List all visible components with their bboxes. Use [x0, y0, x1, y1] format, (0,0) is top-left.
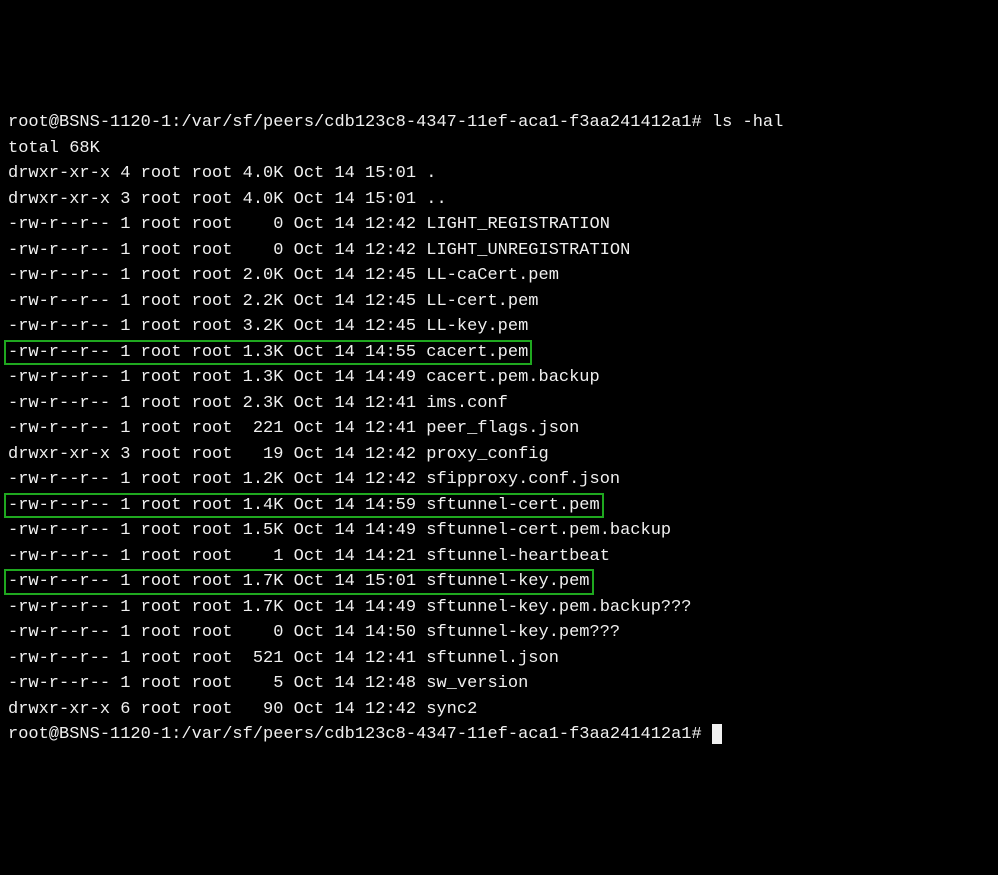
prompt-line-trailing[interactable]: root@BSNS-1120-1:/var/sf/peers/cdb123c8-… — [8, 722, 990, 748]
total-line: total 68K — [8, 136, 990, 162]
list-item: -rw-r--r-- 1 root root 5 Oct 14 12:48 sw… — [8, 671, 990, 697]
list-item: -rw-r--r-- 1 root root 1.5K Oct 14 14:49… — [8, 518, 990, 544]
highlighted-file: -rw-r--r-- 1 root root 1.3K Oct 14 14:55… — [8, 340, 528, 366]
list-item: -rw-r--r-- 1 root root 0 Oct 14 12:42 LI… — [8, 212, 990, 238]
list-item: drwxr-xr-x 4 root root 4.0K Oct 14 15:01… — [8, 161, 990, 187]
list-item: -rw-r--r-- 1 root root 1 Oct 14 14:21 sf… — [8, 544, 990, 570]
list-item: -rw-r--r-- 1 root root 1.7K Oct 14 14:49… — [8, 595, 990, 621]
list-item: -rw-r--r-- 1 root root 1.7K Oct 14 15:01… — [8, 569, 990, 595]
list-item: drwxr-xr-x 3 root root 19 Oct 14 12:42 p… — [8, 442, 990, 468]
list-item: -rw-r--r-- 1 root root 0 Oct 14 12:42 LI… — [8, 238, 990, 264]
list-item: -rw-r--r-- 1 root root 3.2K Oct 14 12:45… — [8, 314, 990, 340]
cursor — [712, 724, 722, 744]
list-item: -rw-r--r-- 1 root root 2.3K Oct 14 12:41… — [8, 391, 990, 417]
list-item: -rw-r--r-- 1 root root 2.2K Oct 14 12:45… — [8, 289, 990, 315]
list-item: drwxr-xr-x 3 root root 4.0K Oct 14 15:01… — [8, 187, 990, 213]
list-item: -rw-r--r-- 1 root root 1.3K Oct 14 14:55… — [8, 340, 990, 366]
list-item: -rw-r--r-- 1 root root 1.2K Oct 14 12:42… — [8, 467, 990, 493]
list-item: -rw-r--r-- 1 root root 1.3K Oct 14 14:49… — [8, 365, 990, 391]
list-item: -rw-r--r-- 1 root root 221 Oct 14 12:41 … — [8, 416, 990, 442]
highlighted-file: -rw-r--r-- 1 root root 1.4K Oct 14 14:59… — [8, 493, 600, 519]
highlighted-file: -rw-r--r-- 1 root root 1.7K Oct 14 15:01… — [8, 569, 590, 595]
terminal[interactable]: root@BSNS-1120-1:/var/sf/peers/cdb123c8-… — [8, 110, 990, 748]
list-item: -rw-r--r-- 1 root root 0 Oct 14 14:50 sf… — [8, 620, 990, 646]
list-item: drwxr-xr-x 6 root root 90 Oct 14 12:42 s… — [8, 697, 990, 723]
list-item: -rw-r--r-- 1 root root 521 Oct 14 12:41 … — [8, 646, 990, 672]
list-item: -rw-r--r-- 1 root root 1.4K Oct 14 14:59… — [8, 493, 990, 519]
list-item: -rw-r--r-- 1 root root 2.0K Oct 14 12:45… — [8, 263, 990, 289]
prompt-line: root@BSNS-1120-1:/var/sf/peers/cdb123c8-… — [8, 110, 990, 136]
